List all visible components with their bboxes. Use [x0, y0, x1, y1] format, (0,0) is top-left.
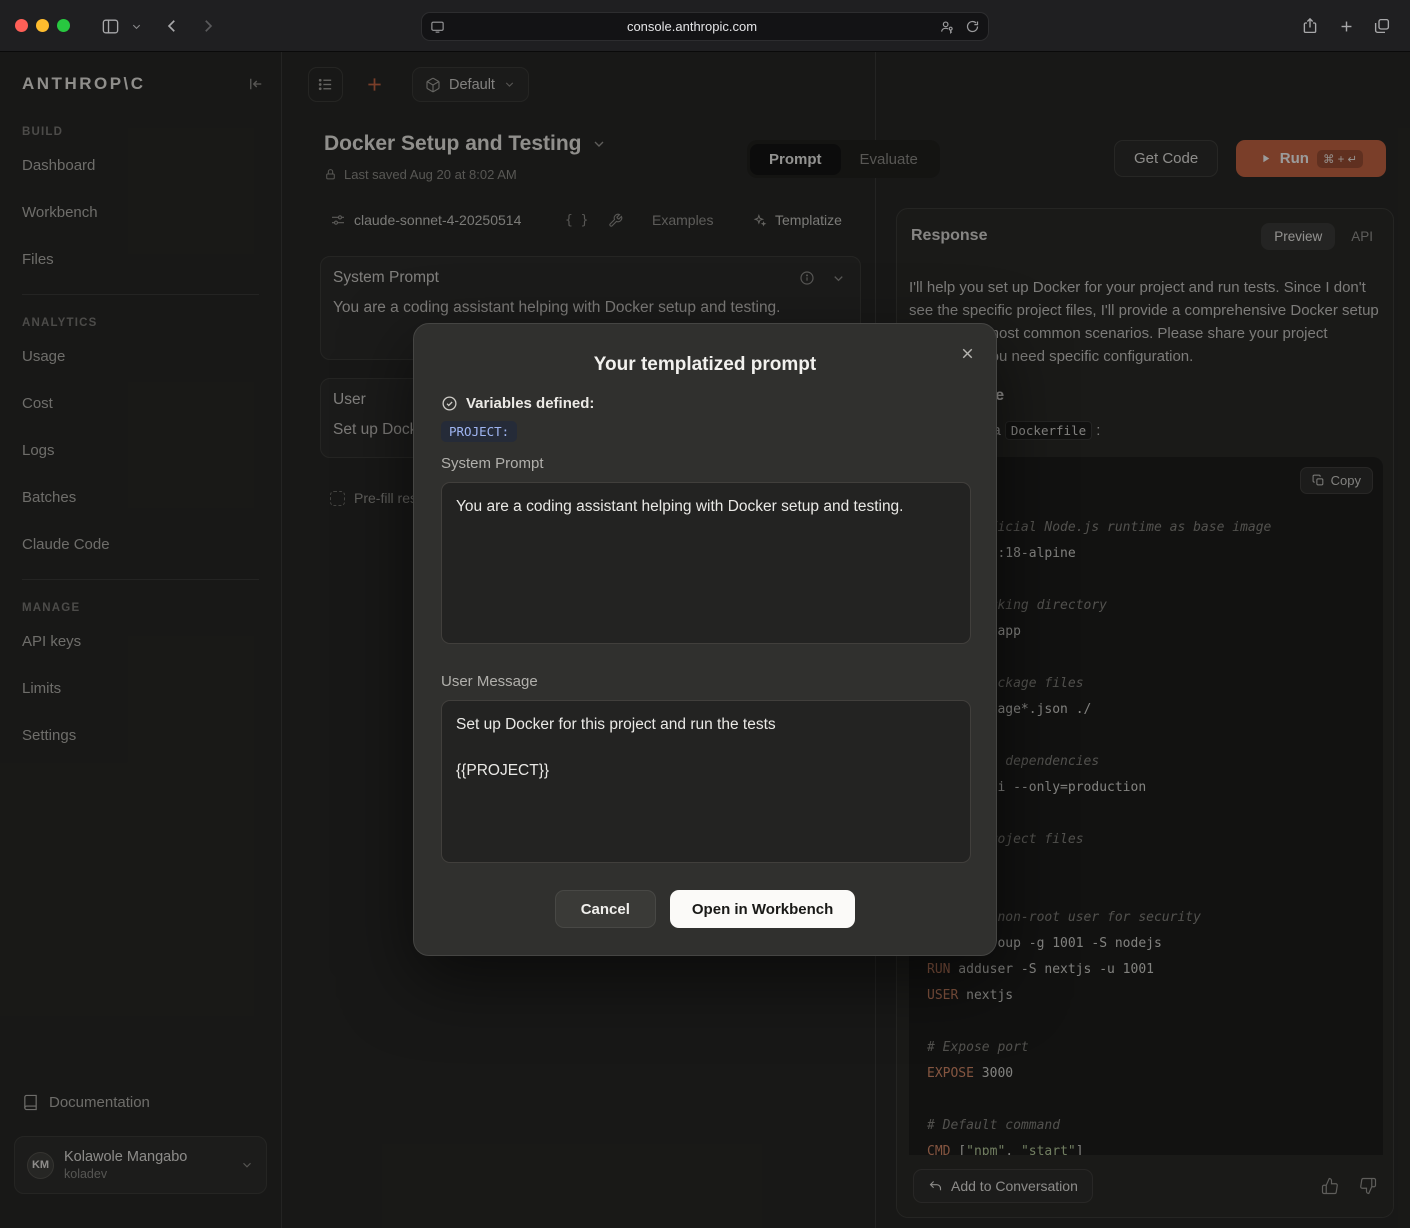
passkey-icon[interactable] [939, 19, 955, 35]
zoom-window-button[interactable] [57, 19, 70, 32]
page-settings-icon[interactable] [430, 19, 445, 34]
browser-sidebar-chevron-button[interactable] [128, 14, 144, 38]
modal-system-textarea[interactable]: You are a coding assistant helping with … [441, 482, 971, 644]
browser-back-button[interactable] [160, 14, 184, 38]
plus-icon [1338, 18, 1355, 35]
modal-user-label: User Message [441, 673, 538, 690]
modal-close-button[interactable] [954, 340, 980, 366]
url-bar[interactable]: console.anthropic.com [421, 12, 989, 41]
chevron-down-icon [131, 21, 142, 32]
cancel-button[interactable]: Cancel [555, 890, 656, 928]
modal-actions: Cancel Open in Workbench [414, 890, 996, 928]
reload-icon[interactable] [965, 19, 980, 34]
traffic-lights [15, 19, 70, 32]
variable-chip: PROJECT: [441, 421, 517, 442]
panel-left-icon [101, 17, 120, 36]
check-circle-icon [441, 395, 458, 412]
tab-overview-button[interactable] [1370, 14, 1394, 38]
open-in-workbench-button[interactable]: Open in Workbench [670, 890, 855, 928]
url-text: console.anthropic.com [445, 19, 939, 34]
chevron-left-icon [163, 17, 181, 35]
modal-title: Your templatized prompt [414, 354, 996, 376]
share-button[interactable] [1298, 14, 1322, 38]
minimize-window-button[interactable] [36, 19, 49, 32]
tabs-icon [1373, 17, 1391, 35]
variables-defined-label: Variables defined: [466, 395, 594, 412]
variables-defined-row: Variables defined: [441, 395, 594, 412]
close-icon [959, 345, 976, 362]
share-icon [1301, 17, 1319, 35]
modal-user-textarea[interactable]: Set up Docker for this project and run t… [441, 700, 971, 863]
browser-chrome: console.anthropic.com [0, 0, 1410, 52]
modal-system-label: System Prompt [441, 455, 544, 472]
chevron-right-icon [199, 17, 217, 35]
close-window-button[interactable] [15, 19, 28, 32]
browser-sidebar-toggle-button[interactable] [98, 14, 122, 38]
browser-forward-button[interactable] [196, 14, 220, 38]
new-tab-button[interactable] [1334, 14, 1358, 38]
templatized-prompt-modal: Your templatized prompt Variables define… [413, 323, 997, 956]
